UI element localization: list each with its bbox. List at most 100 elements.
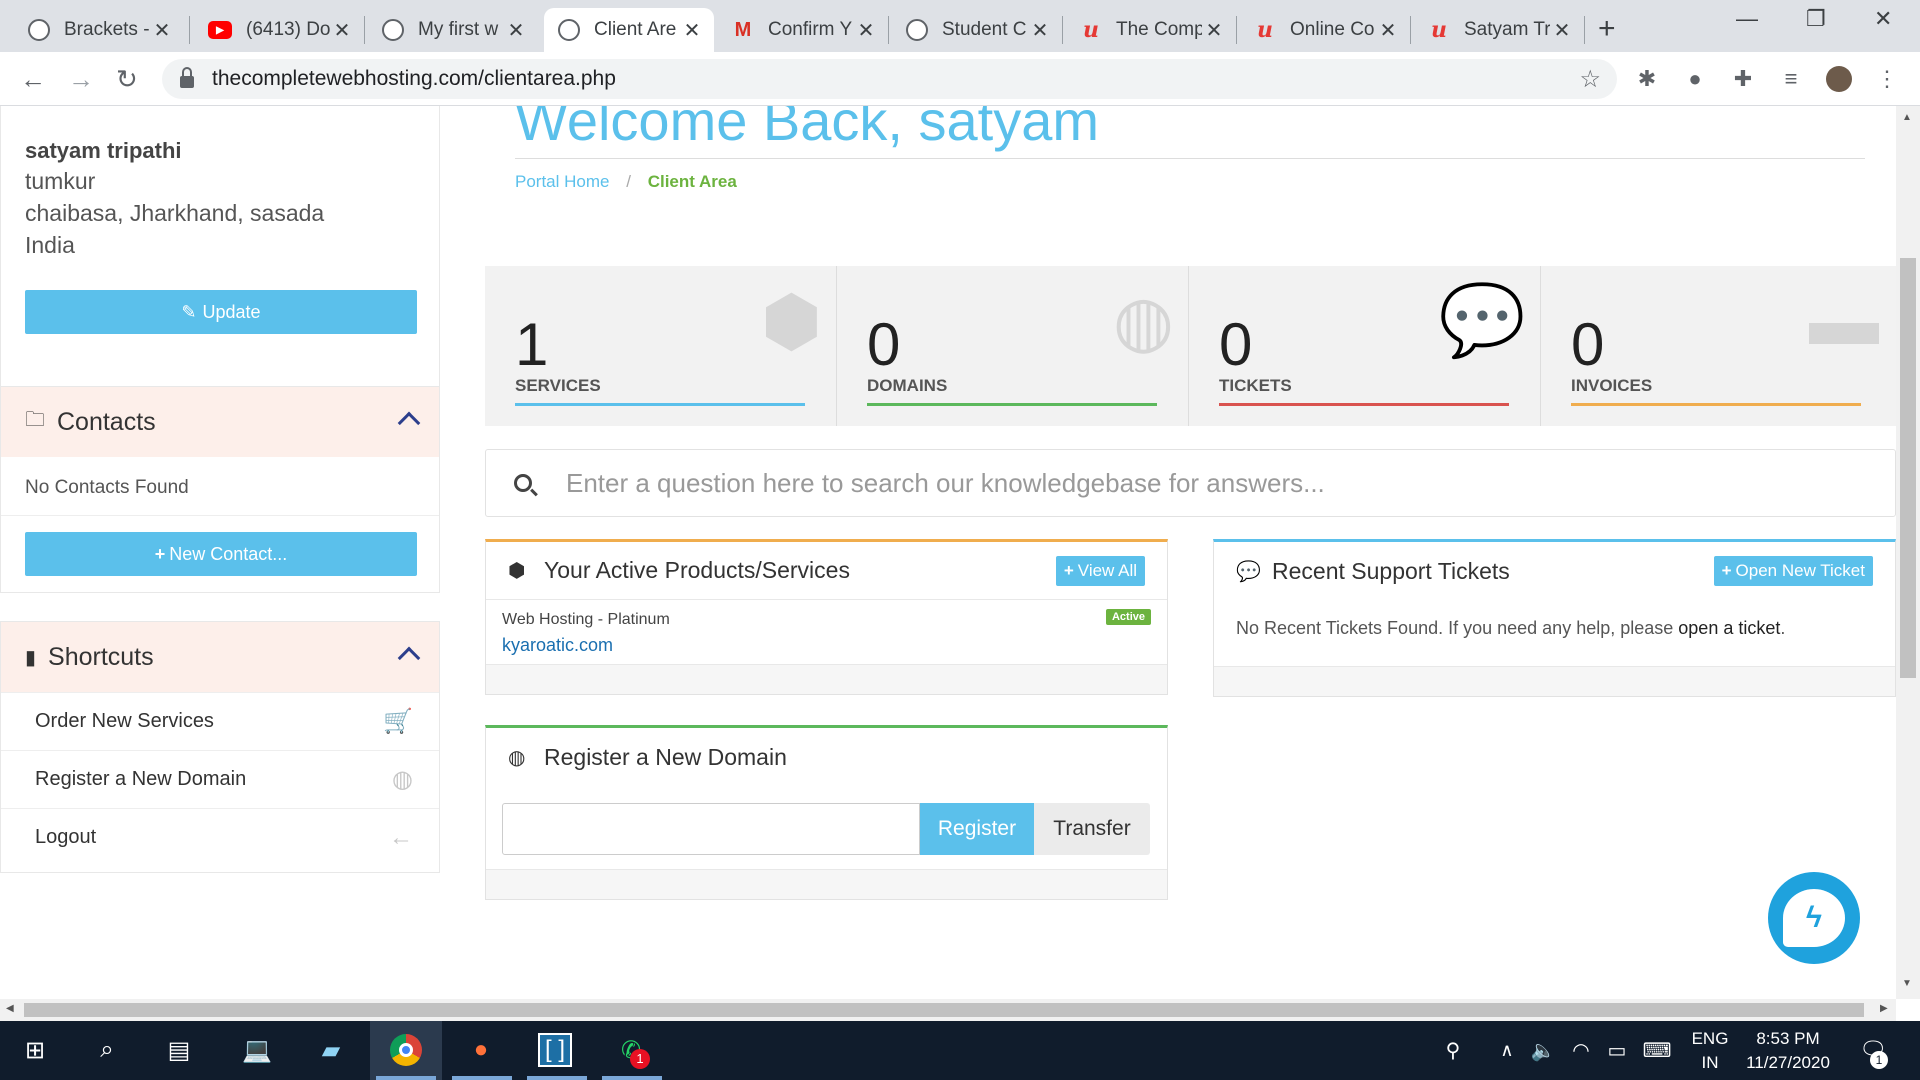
plus-icon: +: [154, 543, 166, 564]
browser-tab[interactable]: Brackets - ✕: [14, 8, 184, 52]
extensions-puzzle-icon[interactable]: ✚: [1730, 66, 1756, 92]
search-icon[interactable]: ⌕: [90, 1033, 124, 1067]
close-tab-icon[interactable]: ✕: [330, 18, 354, 43]
no-contacts-text: No Contacts Found: [25, 477, 189, 498]
shortcut-order-new-services[interactable]: Order New Services 🛒: [1, 692, 439, 750]
chevron-up-icon[interactable]: [397, 411, 421, 435]
transfer-button[interactable]: Transfer: [1034, 803, 1150, 855]
scrollbar-thumb[interactable]: [24, 1003, 1864, 1017]
close-tab-icon[interactable]: ✕: [1202, 18, 1226, 43]
cart-icon: 🛒: [383, 708, 413, 735]
menu-kebab-icon[interactable]: ⋮: [1874, 66, 1900, 92]
bookmark-star-icon[interactable]: ☆: [1579, 65, 1601, 94]
domain-search-input[interactable]: [502, 803, 920, 855]
chrome-icon[interactable]: [389, 1033, 423, 1067]
shortcuts-header[interactable]: ▮ Shortcuts: [1, 622, 439, 692]
view-all-button[interactable]: + View All: [1055, 556, 1145, 586]
forward-icon[interactable]: →: [68, 64, 94, 95]
volume-icon[interactable]: 🔈: [1526, 1033, 1560, 1067]
bug-extension-icon[interactable]: ✱: [1634, 66, 1660, 92]
windows-start-icon[interactable]: ⊞: [18, 1033, 52, 1067]
notepad-app-icon[interactable]: ▰: [314, 1033, 348, 1067]
close-tab-icon[interactable]: ✕: [1376, 18, 1400, 43]
minimize-icon[interactable]: —: [1736, 6, 1758, 32]
register-button[interactable]: Register: [920, 803, 1034, 855]
address-bar[interactable]: thecompletewebhosting.com/clientarea.php…: [162, 59, 1617, 99]
address-line: India: [25, 232, 75, 258]
address-line: tumkur: [25, 168, 96, 194]
update-button[interactable]: ✎ Update: [25, 290, 417, 334]
close-tab-icon[interactable]: ✕: [150, 18, 174, 43]
globe-extension-icon[interactable]: ●: [1682, 66, 1708, 92]
credit-card-icon: ▬: [1809, 281, 1879, 359]
battery-icon[interactable]: ▭: [1600, 1033, 1634, 1067]
firefox-icon[interactable]: ●: [464, 1033, 498, 1067]
horizontal-scrollbar[interactable]: ◀ ▶: [0, 999, 1896, 1021]
cube-icon: ⬢: [760, 282, 822, 360]
close-tab-icon[interactable]: ✕: [504, 18, 528, 43]
chevron-up-icon[interactable]: ∧: [1490, 1033, 1524, 1067]
laptop-app-icon[interactable]: 💻: [240, 1033, 274, 1067]
globe-icon: [558, 19, 580, 41]
shortcuts-panel: ▮ Shortcuts Order New Services 🛒 Registe…: [0, 621, 440, 873]
browser-tab[interactable]: u Online Co ✕: [1240, 8, 1410, 52]
lock-icon: [180, 67, 194, 88]
close-window-icon[interactable]: ✕: [1874, 6, 1892, 32]
browser-tab-active[interactable]: Client Are ✕: [544, 8, 714, 52]
globe-icon: [382, 19, 404, 41]
scrollbar-thumb[interactable]: [1900, 258, 1916, 678]
vertical-scrollbar[interactable]: ▲ ▼: [1896, 106, 1920, 999]
close-tab-icon[interactable]: ✕: [680, 18, 704, 43]
new-contact-button[interactable]: + New Contact...: [25, 532, 417, 576]
tile-tickets[interactable]: 💬 0 TICKETS: [1189, 266, 1541, 426]
comments-icon: 💬: [1438, 281, 1526, 359]
youtube-icon: ▶: [208, 21, 232, 39]
cube-icon: ⬢: [508, 560, 526, 582]
people-icon[interactable]: ⚲: [1436, 1033, 1470, 1067]
messenger-chat-button[interactable]: ϟ: [1768, 872, 1860, 964]
browser-tab-bar: Brackets - ✕ ▶ (6413) Do ✕ My first w ✕ …: [0, 0, 1920, 52]
browser-tab[interactable]: My first w ✕: [368, 8, 538, 52]
media-playlist-icon[interactable]: ≡: [1778, 66, 1804, 92]
tile-domains[interactable]: ◍ 0 DOMAINS: [837, 266, 1189, 426]
bookmark-icon: ▮: [25, 646, 37, 669]
keyboard-icon[interactable]: ⌨: [1640, 1033, 1674, 1067]
tile-services[interactable]: ⬢ 1 SERVICES: [485, 266, 837, 426]
knowledgebase-search-input[interactable]: Enter a question here to search our know…: [485, 449, 1896, 517]
product-domain-link[interactable]: kyaroatic.com: [502, 635, 613, 656]
open-new-ticket-button[interactable]: + Open New Ticket: [1713, 556, 1873, 586]
browser-tab[interactable]: M Confirm Y ✕: [718, 8, 888, 52]
task-view-icon[interactable]: ▤: [162, 1033, 196, 1067]
close-tab-icon[interactable]: ✕: [854, 18, 878, 43]
restore-icon[interactable]: ❐: [1806, 6, 1826, 32]
browser-tab[interactable]: Student C ✕: [892, 8, 1062, 52]
chevron-up-icon[interactable]: [397, 646, 421, 670]
wifi-icon[interactable]: ◠: [1564, 1033, 1598, 1067]
url-text: thecompletewebhosting.com/clientarea.php: [212, 67, 616, 90]
back-icon[interactable]: ←: [20, 64, 46, 95]
brackets-icon[interactable]: [ ]: [538, 1033, 572, 1067]
register-domain-card: ◍ Register a New Domain Register Transfe…: [485, 725, 1168, 900]
browser-tab[interactable]: ▶ (6413) Do ✕: [194, 8, 364, 52]
breadcrumb-home-link[interactable]: Portal Home: [515, 172, 609, 191]
browser-toolbar: ← → ↻ thecompletewebhosting.com/clientar…: [0, 52, 1920, 106]
reload-icon[interactable]: ↻: [116, 64, 138, 95]
clock[interactable]: 8:53 PM 11/27/2020: [1738, 1027, 1838, 1075]
tile-invoices[interactable]: ▬ 0 INVOICES: [1541, 266, 1893, 426]
browser-tab[interactable]: u Satyam Tr ✕: [1414, 8, 1584, 52]
folder-icon: 🗀: [25, 409, 45, 431]
browser-tab[interactable]: u The Comp ✕: [1066, 8, 1236, 52]
close-tab-icon[interactable]: ✕: [1550, 18, 1574, 43]
active-products-card: ⬢ Your Active Products/Services + View A…: [485, 539, 1168, 695]
open-ticket-link[interactable]: open a ticket: [1678, 618, 1780, 638]
globe-icon: [28, 19, 50, 41]
language-indicator[interactable]: ENG IN: [1688, 1027, 1732, 1075]
contacts-header[interactable]: 🗀 Contacts: [1, 387, 439, 457]
close-tab-icon[interactable]: ✕: [1028, 18, 1052, 43]
shortcut-logout[interactable]: Logout ←: [1, 808, 439, 866]
avatar[interactable]: [1826, 66, 1852, 92]
shortcut-register-domain[interactable]: Register a New Domain ◍: [1, 750, 439, 808]
windows-taskbar: ⊞ ⌕ ▤ 💻 ▰ ● [ ] ✆ 1 ⚲ ∧ 🔈 ◠ ▭ ⌨ ENG IN 8…: [0, 1021, 1920, 1080]
new-tab-icon[interactable]: +: [1598, 12, 1616, 46]
breadcrumb-current: Client Area: [647, 172, 737, 191]
